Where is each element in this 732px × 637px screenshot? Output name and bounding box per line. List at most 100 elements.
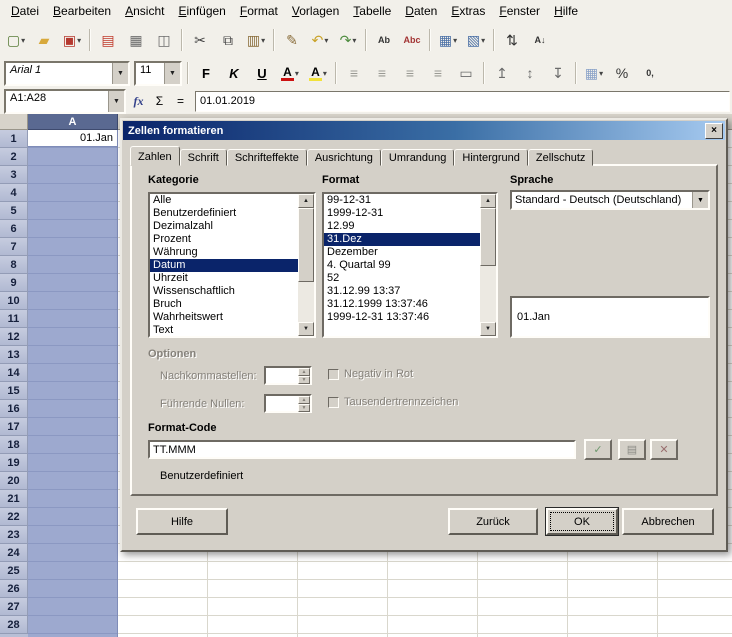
row-header[interactable]: 11 bbox=[0, 310, 28, 328]
kategorie-item[interactable]: Uhrzeit bbox=[150, 272, 298, 285]
row-header[interactable]: 13 bbox=[0, 346, 28, 364]
align-center-icon[interactable]: ≡ bbox=[368, 60, 396, 87]
dropdown-arrow-icon[interactable]: ▾ bbox=[453, 36, 457, 45]
row-header[interactable]: 8 bbox=[0, 256, 28, 274]
format-item[interactable]: 52 bbox=[324, 272, 480, 285]
row-header[interactable]: 7 bbox=[0, 238, 28, 256]
menu-item[interactable]: Format bbox=[233, 1, 285, 21]
kategorie-item[interactable]: Benutzerdefiniert bbox=[150, 207, 298, 220]
menu-item[interactable]: Hilfe bbox=[547, 1, 585, 21]
format-item[interactable]: 1999-12-31 13:37:46 bbox=[324, 311, 480, 324]
dropdown-arrow-icon[interactable]: ▾ bbox=[21, 36, 25, 45]
row-header[interactable]: 22 bbox=[0, 508, 28, 526]
number-percent-button[interactable]: % bbox=[608, 60, 636, 87]
row-header[interactable]: 28 bbox=[0, 616, 28, 634]
save-icon[interactable]: ▣ ▾ bbox=[58, 27, 86, 54]
table-icon[interactable]: ▦ ▾ bbox=[434, 27, 462, 54]
row-header[interactable]: 6 bbox=[0, 220, 28, 238]
align-justify-icon[interactable]: ≡ bbox=[424, 60, 452, 87]
find-replace-icon[interactable]: Ab bbox=[370, 27, 398, 54]
abbrechen-button[interactable]: Abbrechen bbox=[622, 508, 714, 535]
row-header[interactable]: 2 bbox=[0, 148, 28, 166]
select-all-corner[interactable] bbox=[0, 114, 28, 130]
dropdown-arrow-icon[interactable]: ▾ bbox=[261, 36, 265, 45]
insert-object-icon[interactable]: ▧ ▾ bbox=[462, 27, 490, 54]
dropdown-arrow-icon[interactable]: ▾ bbox=[323, 69, 327, 78]
print-icon[interactable]: ▦ bbox=[122, 27, 150, 54]
font-color-button[interactable]: A ▾ bbox=[276, 60, 304, 87]
dropdown-arrow-icon[interactable]: ▼ bbox=[108, 91, 124, 112]
align-left-icon[interactable]: ≡ bbox=[340, 60, 368, 87]
format-code-input[interactable]: TT.MMM bbox=[148, 440, 576, 459]
export-pdf-icon[interactable]: ▤ bbox=[94, 27, 122, 54]
paste-icon[interactable]: ▥ ▾ bbox=[242, 27, 270, 54]
kategorie-item[interactable]: Dezimalzahl bbox=[150, 220, 298, 233]
kategorie-scrollbar[interactable]: ▲ ▼ bbox=[298, 194, 314, 336]
scroll-up-icon[interactable]: ▲ bbox=[480, 194, 496, 208]
scroll-down-icon[interactable]: ▼ bbox=[480, 322, 496, 336]
align-bottom-icon[interactable]: ↧ bbox=[544, 60, 572, 87]
row-header[interactable]: 1 bbox=[0, 130, 28, 148]
dropdown-arrow-icon[interactable]: ▾ bbox=[599, 69, 603, 78]
row-header[interactable]: 19 bbox=[0, 454, 28, 472]
dropdown-arrow-icon[interactable]: ▾ bbox=[352, 36, 356, 45]
format-item[interactable]: 4. Quartal 99 bbox=[324, 259, 480, 272]
row-header[interactable]: 4 bbox=[0, 184, 28, 202]
undo-icon[interactable]: ↶ ▾ bbox=[306, 27, 334, 54]
sum-button[interactable]: Σ bbox=[150, 92, 169, 111]
zurueck-button[interactable]: Zurück bbox=[448, 508, 538, 535]
kategorie-item[interactable]: Währung bbox=[150, 246, 298, 259]
menu-item[interactable]: Daten bbox=[398, 1, 444, 21]
function-wizard-button[interactable]: fx bbox=[129, 92, 148, 111]
row-header[interactable]: 12 bbox=[0, 328, 28, 346]
number-format-button[interactable]: 0, bbox=[636, 60, 664, 87]
kategorie-item[interactable]: Alle bbox=[150, 194, 298, 207]
dialog-tab[interactable]: Schrift bbox=[180, 149, 227, 166]
dialog-tab[interactable]: Ausrichtung bbox=[307, 149, 381, 166]
dialog-titlebar[interactable]: Zellen formatieren bbox=[123, 121, 725, 140]
align-right-icon[interactable]: ≡ bbox=[396, 60, 424, 87]
page-preview-icon[interactable]: ◫ bbox=[150, 27, 178, 54]
menu-item[interactable]: Einfügen bbox=[171, 1, 232, 21]
italic-button[interactable]: K bbox=[220, 60, 248, 87]
font-size-combobox[interactable]: 11 ▼ bbox=[134, 61, 182, 86]
underline-button[interactable]: U bbox=[248, 60, 276, 87]
row-header[interactable]: 14 bbox=[0, 364, 28, 382]
menu-item[interactable]: Extras bbox=[444, 1, 492, 21]
dialog-tab[interactable]: Zahlen bbox=[130, 146, 180, 166]
menu-item[interactable]: Tabelle bbox=[346, 1, 398, 21]
format-item[interactable]: 31.Dez bbox=[324, 233, 480, 246]
row-header[interactable]: 16 bbox=[0, 400, 28, 418]
dropdown-arrow-icon[interactable]: ▼ bbox=[164, 63, 180, 84]
row-header[interactable]: 18 bbox=[0, 436, 28, 454]
background-color-button[interactable]: ▦ ▾ bbox=[580, 60, 608, 87]
format-item[interactable]: 31.12.1999 13:37:46 bbox=[324, 298, 480, 311]
redo-icon[interactable]: ↷ ▾ bbox=[334, 27, 362, 54]
kategorie-item[interactable]: Wahrheitswert bbox=[150, 311, 298, 324]
cut-icon[interactable]: ✂ bbox=[186, 27, 214, 54]
row-header[interactable]: 21 bbox=[0, 490, 28, 508]
scroll-down-icon[interactable]: ▼ bbox=[298, 322, 314, 336]
menu-item[interactable]: Datei bbox=[4, 1, 46, 21]
format-item[interactable]: 1999-12-31 bbox=[324, 207, 480, 220]
bold-button[interactable]: F bbox=[192, 60, 220, 87]
row-header[interactable]: 15 bbox=[0, 382, 28, 400]
dropdown-arrow-icon[interactable]: ▾ bbox=[295, 69, 299, 78]
menu-item[interactable]: Fenster bbox=[492, 1, 547, 21]
menu-item[interactable]: Bearbeiten bbox=[46, 1, 118, 21]
dropdown-arrow-icon[interactable]: ▾ bbox=[481, 36, 485, 45]
ok-button[interactable]: OK bbox=[546, 508, 618, 535]
menu-item[interactable]: Vorlagen bbox=[285, 1, 346, 21]
open-folder-icon[interactable]: ▰ bbox=[30, 27, 58, 54]
center-vertical-icon[interactable]: ↕ bbox=[516, 60, 544, 87]
sort-ascending-icon[interactable]: A↓ bbox=[526, 27, 554, 54]
close-icon[interactable]: × bbox=[705, 123, 723, 139]
merge-cells-icon[interactable]: ▭ bbox=[452, 60, 480, 87]
format-item[interactable]: 99-12-31 bbox=[324, 194, 480, 207]
dialog-tab[interactable]: Schrifteffekte bbox=[227, 149, 307, 166]
row-header[interactable]: 3 bbox=[0, 166, 28, 184]
scrollbar-thumb[interactable] bbox=[480, 208, 496, 266]
clone-formatting-icon[interactable]: ✎ bbox=[278, 27, 306, 54]
kategorie-item[interactable]: Text bbox=[150, 324, 298, 336]
highlight-color-button[interactable]: A ▾ bbox=[304, 60, 332, 87]
